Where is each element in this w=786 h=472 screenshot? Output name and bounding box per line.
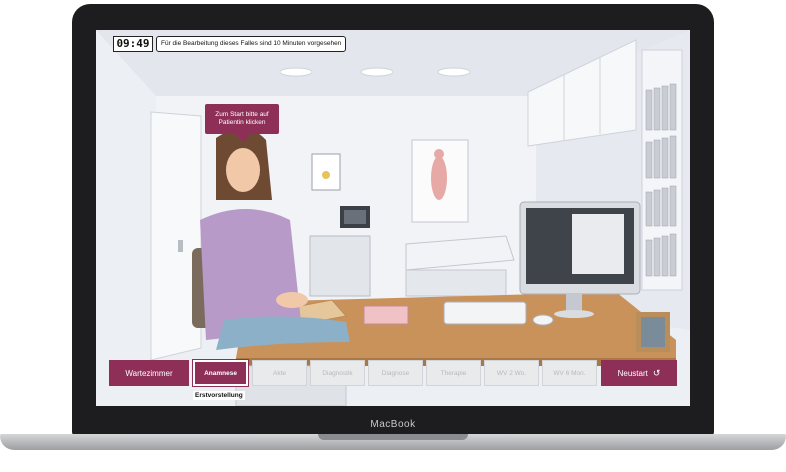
step-akte[interactable]: Akte (252, 360, 307, 386)
laptop-brand: MacBook (370, 419, 416, 430)
waiting-room-button[interactable]: Wartezimmer (109, 360, 189, 386)
ultrasound-machine (309, 235, 371, 297)
laptop-notch (318, 434, 468, 440)
countdown-timer: 09:49 (113, 36, 153, 52)
bubble-tail (235, 134, 251, 142)
office-scene (96, 30, 690, 406)
keyboard (443, 301, 527, 325)
step-navigation: Wartezimmer Anamnese Akte Diagnostik Dia… (96, 360, 690, 388)
step-diagnostik[interactable]: Diagnostik (310, 360, 365, 386)
restart-label: Neustart (617, 368, 648, 378)
step-wv-6-mon[interactable]: WV 6 Mon. (542, 360, 597, 386)
ceiling-light (437, 67, 471, 77)
step-wv-2-wo[interactable]: WV 2 Wo. (484, 360, 539, 386)
step-sub-label: Erstvorstellung (193, 391, 245, 400)
restart-icon: ↺ (652, 367, 661, 378)
restart-button[interactable]: Neustart ↺ (601, 360, 677, 386)
step-therapie[interactable]: Therapie (426, 360, 481, 386)
step-diagnose[interactable]: Diagnose (368, 360, 423, 386)
ceiling-light (360, 67, 394, 77)
app-screen: 09:49 Für die Bearbeitung dieses Falles … (96, 30, 690, 406)
start-hint-bubble: Zum Start bitte auf Patientin klicken (205, 104, 279, 134)
notepad (363, 305, 409, 325)
laptop: MacBook 09:49 Für die Bearbeitung dieses… (0, 0, 786, 472)
ceiling-light (279, 67, 313, 77)
step-anamnese[interactable]: Anamnese (193, 360, 248, 386)
mouse (532, 314, 554, 326)
time-hint: Für die Bearbeitung dieses Falles sind 1… (156, 36, 347, 52)
